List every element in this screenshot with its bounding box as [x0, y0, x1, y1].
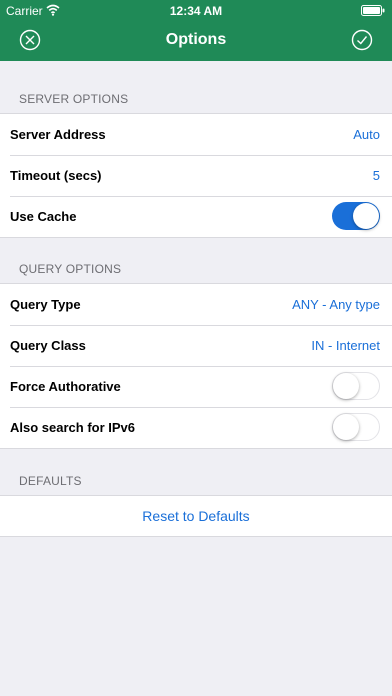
query-class-label: Query Class — [10, 338, 86, 353]
query-class-row[interactable]: Query Class IN - Internet — [0, 325, 392, 366]
query-type-value[interactable]: ANY - Any type — [292, 297, 380, 312]
server-address-value[interactable]: Auto — [353, 127, 380, 142]
battery-icon — [361, 5, 385, 16]
timeout-value[interactable]: 5 — [373, 168, 380, 183]
nav-bar: Carrier 12:34 AM Options — [0, 0, 392, 61]
use-cache-label: Use Cache — [10, 209, 77, 224]
page-title: Options — [165, 31, 227, 48]
query-type-row[interactable]: Query Type ANY - Any type — [0, 284, 392, 325]
query-options-header: QUERY OPTIONS — [19, 262, 122, 276]
reset-row[interactable]: Reset to Defaults — [0, 496, 392, 536]
timeout-label: Timeout (secs) — [10, 168, 102, 183]
use-cache-toggle[interactable] — [332, 202, 380, 230]
server-options-header: SERVER OPTIONS — [19, 92, 129, 106]
ipv6-row: Also search for IPv6 — [0, 407, 392, 448]
status-bar: Carrier 12:34 AM — [0, 0, 392, 20]
use-cache-row: Use Cache — [0, 196, 392, 237]
toggle-knob — [333, 414, 359, 440]
ipv6-label: Also search for IPv6 — [10, 420, 135, 435]
defaults-group: Reset to Defaults — [0, 495, 392, 537]
force-authorative-toggle[interactable] — [332, 372, 380, 400]
ipv6-toggle[interactable] — [332, 413, 380, 441]
query-options-group: Query Type ANY - Any type Query Class IN… — [0, 283, 392, 449]
server-options-group: Server Address Auto Timeout (secs) 5 Use… — [0, 113, 392, 238]
status-time: 12:34 AM — [169, 4, 223, 18]
query-class-value[interactable]: IN - Internet — [311, 338, 380, 353]
force-authorative-label: Force Authorative — [10, 379, 121, 394]
reset-to-defaults-button[interactable]: Reset to Defaults — [142, 508, 249, 524]
timeout-row[interactable]: Timeout (secs) 5 — [0, 155, 392, 196]
server-address-label: Server Address — [10, 127, 106, 142]
toggle-knob — [353, 203, 379, 229]
toggle-knob — [333, 373, 359, 399]
checkmark-icon[interactable] — [351, 29, 373, 51]
force-authorative-row: Force Authorative — [0, 366, 392, 407]
defaults-header: DEFAULTS — [19, 474, 82, 488]
server-address-row[interactable]: Server Address Auto — [0, 114, 392, 155]
query-type-label: Query Type — [10, 297, 81, 312]
